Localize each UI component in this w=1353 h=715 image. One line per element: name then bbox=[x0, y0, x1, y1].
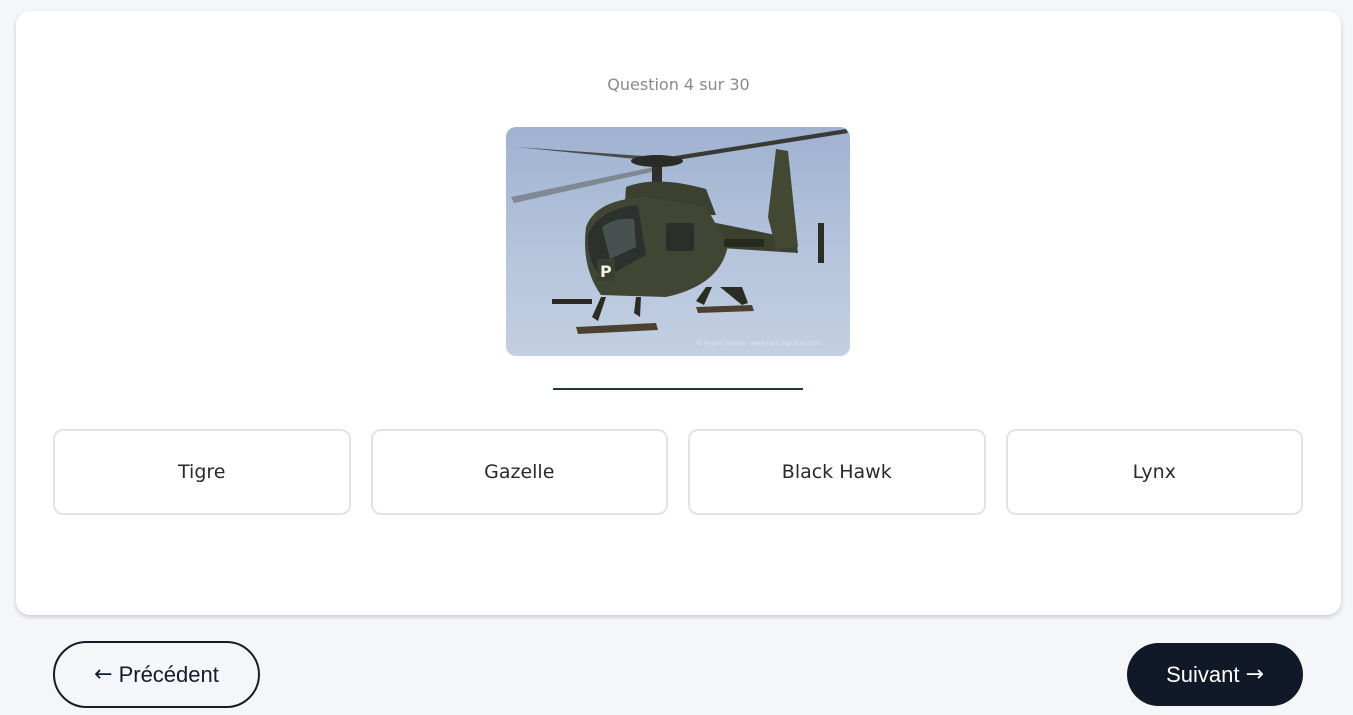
image-watermark: © André Jérôme · www.helicospotter.com bbox=[696, 340, 820, 347]
helicopter-illustration: P © André Jérôme · www.helicospotter.com bbox=[511, 129, 848, 347]
answer-options: Tigre Gazelle Black Hawk Lynx bbox=[53, 429, 1303, 515]
previous-button[interactable]: ← Précédent bbox=[53, 641, 260, 708]
answer-underline bbox=[553, 388, 803, 390]
option-gazelle[interactable]: Gazelle bbox=[370, 429, 668, 515]
question-counter: Question 4 sur 30 bbox=[607, 75, 750, 94]
next-label: Suivant bbox=[1166, 661, 1240, 687]
option-black-hawk[interactable]: Black Hawk bbox=[688, 429, 986, 515]
option-tigre[interactable]: Tigre bbox=[53, 429, 351, 515]
previous-label: Précédent bbox=[118, 661, 219, 687]
svg-text:P: P bbox=[600, 262, 612, 281]
arrow-right-icon: → bbox=[1245, 662, 1264, 687]
helicopter-image: P © André Jérôme · www.helicospotter.com bbox=[506, 127, 850, 356]
arrow-left-icon: ← bbox=[94, 662, 113, 687]
question-card: Question 4 sur 30 P © André Jérôme · www… bbox=[16, 11, 1341, 615]
next-button[interactable]: Suivant → bbox=[1127, 643, 1303, 706]
option-lynx[interactable]: Lynx bbox=[1005, 429, 1303, 515]
